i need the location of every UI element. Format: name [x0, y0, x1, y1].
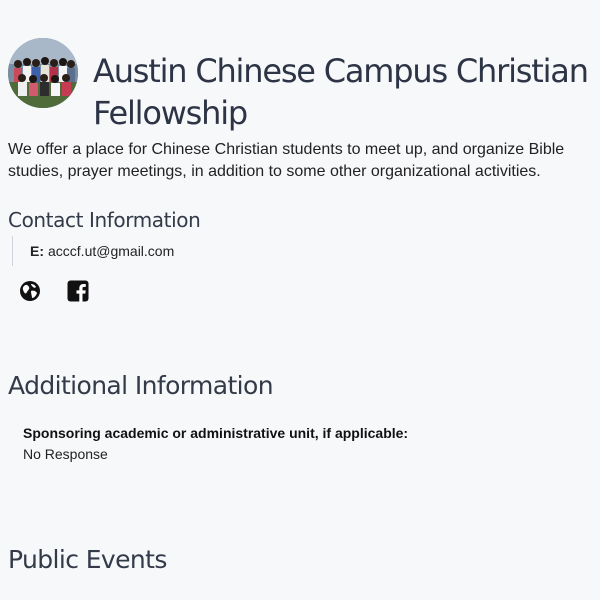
email-row: E: acccf.ut@gmail.com: [30, 236, 174, 266]
sponsor-value: No Response: [23, 446, 108, 462]
group-photo-image: [8, 38, 78, 108]
email-label: E:: [30, 243, 44, 259]
additional-info-heading: Additional Information: [8, 371, 274, 400]
sponsor-label: Sponsoring academic or administrative un…: [23, 425, 409, 441]
org-avatar: [8, 38, 78, 108]
public-events-heading: Public Events: [8, 545, 167, 574]
sponsor-info: Sponsoring academic or administrative un…: [23, 423, 583, 465]
contact-details: E: acccf.ut@gmail.com: [12, 236, 174, 266]
org-title: Austin Chinese Campus Christian Fellowsh…: [93, 52, 589, 132]
organization-page: Austin Chinese Campus Christian Fellowsh…: [0, 0, 600, 600]
facebook-icon: [67, 280, 89, 302]
email-value: acccf.ut@gmail.com: [48, 243, 175, 259]
contact-info-heading: Contact Information: [8, 208, 201, 232]
website-link[interactable]: [19, 280, 41, 302]
facebook-link[interactable]: [67, 280, 89, 302]
org-description: We offer a place for Chinese Christian s…: [8, 141, 565, 180]
globe-icon: [20, 281, 40, 301]
